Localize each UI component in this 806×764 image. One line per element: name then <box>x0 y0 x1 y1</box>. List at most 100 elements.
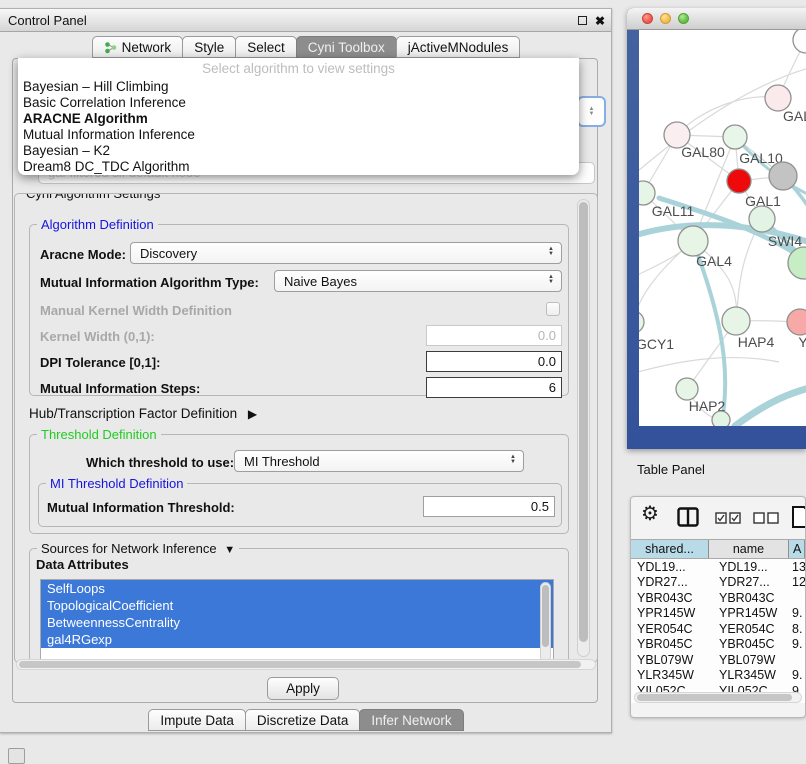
attribute-item-topologicalcoefficient[interactable]: TopologicalCoefficient <box>41 597 553 614</box>
select-all-checkboxes-icon[interactable] <box>715 512 742 524</box>
attribute-item-betweennesscentrality[interactable]: BetweennessCentrality <box>41 614 553 631</box>
tab-network[interactable]: Network <box>92 36 184 58</box>
table-row[interactable]: YPR145WYPR145W9. <box>631 606 805 622</box>
apply-button[interactable]: Apply <box>267 677 339 700</box>
column-header-partial[interactable]: A <box>789 540 805 558</box>
network-canvas[interactable]: GALGAL80GAL10GAL1GAL11SWI4GAL4GCY1HAP4YH… <box>639 30 806 426</box>
algorithm-option-bayesian-k2[interactable]: Bayesian – K2 <box>18 143 579 159</box>
apply-button-label: Apply <box>286 681 320 696</box>
attribute-item-selfloops[interactable]: SelfLoops <box>41 580 553 597</box>
network-view-window[interactable]: GALGAL80GAL10GAL1GAL11SWI4GAL4GCY1HAP4YH… <box>627 8 806 449</box>
mi-steps-field[interactable]: 6 <box>426 377 562 398</box>
network-node-hap4[interactable] <box>722 307 750 335</box>
network-node-y[interactable] <box>787 309 806 335</box>
collapse-down-icon[interactable]: ▼ <box>224 544 235 556</box>
network-node-hap2[interactable] <box>676 378 698 400</box>
scrollbar-thumb[interactable] <box>637 694 792 701</box>
control-panel-titlebar: Control Panel ✖ <box>0 9 611 32</box>
table-row[interactable]: YBL079WYBL079W <box>631 652 805 668</box>
table-row[interactable]: YBR043CYBR043C <box>631 590 805 606</box>
network-node[interactable] <box>712 411 730 426</box>
network-graph: GALGAL80GAL10GAL1GAL11SWI4GAL4GCY1HAP4YH… <box>639 30 806 426</box>
tab-label: jActiveMNodules <box>408 40 509 55</box>
table-header-row: shared... name A <box>631 539 805 559</box>
hub-section-label[interactable]: Hub/Transcription Factor Definition ▶ <box>29 406 257 421</box>
close-icon[interactable]: ✖ <box>595 15 605 27</box>
threshold-definition-title: Threshold Definition <box>37 427 161 442</box>
mi-threshold-field[interactable]: 0.5 <box>423 496 555 517</box>
split-columns-icon[interactable] <box>677 507 699 527</box>
algorithm-option-basic-correlation-inference[interactable]: Basic Correlation Inference <box>18 95 579 111</box>
attribute-item-gal4rgexp[interactable]: gal4RGexp <box>41 631 553 648</box>
bottom-tab-impute-data[interactable]: Impute Data <box>148 709 246 731</box>
node-label: GAL4 <box>696 253 732 269</box>
table-row[interactable]: YDR27...YDR27...12 <box>631 575 805 591</box>
table-row[interactable]: YER054CYER054C8. <box>631 621 805 637</box>
kernel-width-field[interactable]: 0.0 <box>426 325 562 346</box>
column-header-shared[interactable]: shared... <box>631 540 709 558</box>
list-vertical-scrollbar[interactable] <box>540 582 551 662</box>
mi-type-value: Naive Bayes <box>284 274 357 289</box>
table-row[interactable]: YLR345WYLR345W9. <box>631 668 805 684</box>
float-window-icon[interactable] <box>578 16 587 25</box>
aracne-mode-combo[interactable]: Discovery ▲▼ <box>130 242 562 264</box>
tab-cyni-toolbox[interactable]: Cyni Toolbox <box>296 36 397 58</box>
network-node-gal10[interactable] <box>723 125 747 149</box>
tab-select[interactable]: Select <box>235 36 297 58</box>
tab-label: Infer Network <box>371 713 451 728</box>
close-traffic-light-icon[interactable] <box>642 13 653 24</box>
dpi-tolerance-field[interactable]: 0.0 <box>426 351 562 372</box>
table-cell: YER054C <box>709 622 789 636</box>
mi-type-label: Mutual Information Algorithm Type: <box>40 275 259 290</box>
settings-group-title: Cyni Algorithm Settings <box>22 193 164 201</box>
manual-kernel-checkbox[interactable] <box>546 302 560 316</box>
column-header-name[interactable]: name <box>709 540 789 558</box>
minimize-traffic-light-icon[interactable] <box>660 13 671 24</box>
table-horizontal-scrollbar[interactable] <box>634 692 802 703</box>
threshold-definition-group: Threshold Definition Which threshold to … <box>29 434 569 534</box>
scrollbar-thumb[interactable] <box>542 585 549 647</box>
algorithm-option-dream8-dc-tdc-algorithm[interactable]: Dream8 DC_TDC Algorithm <box>18 159 579 175</box>
algorithm-option-aracne-algorithm[interactable]: ARACNE Algorithm <box>18 111 579 127</box>
control-panel-window: Control Panel ✖ NetworkStyleSelectCyni T… <box>0 8 612 733</box>
which-threshold-combo[interactable]: MI Threshold ▲▼ <box>234 450 524 472</box>
network-node-gal1[interactable] <box>727 169 751 193</box>
network-node[interactable] <box>769 162 797 190</box>
network-window-titlebar <box>627 8 806 30</box>
bottom-tab-infer-network[interactable]: Infer Network <box>359 709 463 731</box>
scrollbar-thumb[interactable] <box>19 661 581 668</box>
network-node-gal4[interactable] <box>678 226 708 256</box>
sources-title-text: Sources for Network Inference <box>41 541 217 556</box>
sources-title[interactable]: Sources for Network Inference ▼ <box>37 541 239 556</box>
mi-steps-label: Mutual Information Steps: <box>40 381 200 396</box>
control-panel-tabs: NetworkStyleSelectCyni Toolbox jActiveMNo… <box>0 36 611 58</box>
scrollbar-thumb[interactable] <box>579 202 588 642</box>
gear-icon[interactable]: ⚙ <box>641 504 659 524</box>
dpi-tolerance-value: 0.0 <box>538 354 556 369</box>
network-node[interactable] <box>749 206 775 232</box>
algorithm-option-bayesian-hill-climbing[interactable]: Bayesian – Hill Climbing <box>18 79 579 95</box>
node-label: GAL11 <box>652 203 695 219</box>
mi-steps-value: 6 <box>549 380 556 395</box>
deselect-all-checkboxes-icon[interactable] <box>753 512 780 524</box>
zoom-traffic-light-icon[interactable] <box>678 13 689 24</box>
network-node-gcy1[interactable] <box>639 311 644 333</box>
table-body[interactable]: YDL19...YDL19...13YDR27...YDR27...12YBR0… <box>631 559 805 703</box>
mi-type-combo[interactable]: Naive Bayes ▲▼ <box>274 270 562 292</box>
table-row[interactable]: YBR045CYBR045C9. <box>631 637 805 653</box>
network-node[interactable] <box>793 30 806 53</box>
new-column-icon[interactable] <box>791 505 806 529</box>
algorithm-option-mutual-information-inference[interactable]: Mutual Information Inference <box>18 127 579 143</box>
settings-horizontal-scrollbar[interactable] <box>16 659 596 670</box>
table-row[interactable]: YDL19...YDL19...13 <box>631 559 805 575</box>
tab-jactivemnodules[interactable]: jActiveMNodules <box>396 36 521 58</box>
bottom-tab-discretize-data[interactable]: Discretize Data <box>245 709 361 731</box>
expand-right-icon[interactable]: ▶ <box>248 407 257 421</box>
data-attributes-list[interactable]: SelfLoopsTopologicalCoefficientBetweenne… <box>40 579 554 663</box>
tab-style[interactable]: Style <box>182 36 236 58</box>
combo-spinner-fragment[interactable]: ▲▼ <box>577 96 606 127</box>
settings-vertical-scrollbar[interactable] <box>577 199 590 657</box>
table-cell: 9. <box>789 668 805 682</box>
table-cell: YDL19... <box>709 560 789 574</box>
table-cell: 12 <box>789 575 805 589</box>
